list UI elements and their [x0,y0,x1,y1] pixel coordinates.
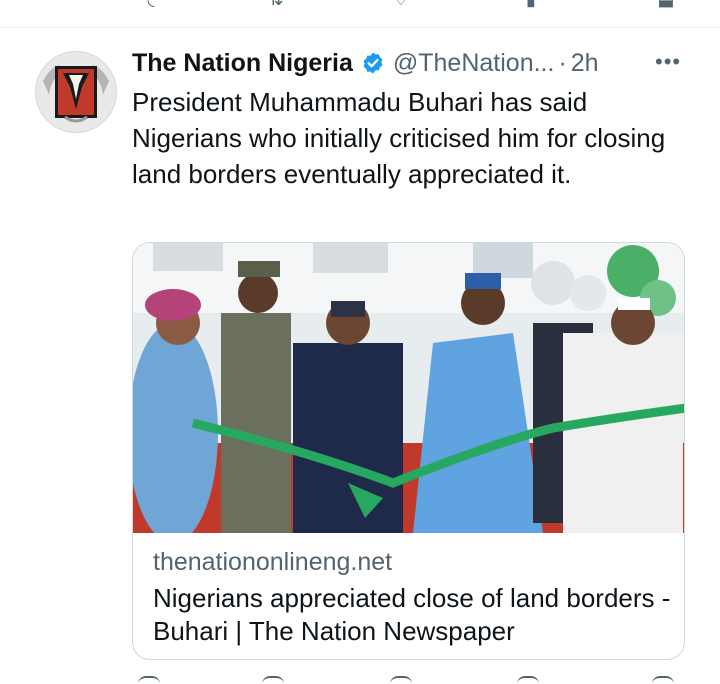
retweet-icon[interactable] [262,676,284,684]
tweet-header: The Nation Nigeria @TheNation... · 2h [132,47,599,79]
nation-logo-icon [36,52,116,132]
link-preview-card[interactable]: thenationonlineng.net Nigerians apprecia… [132,242,685,660]
more-options-icon[interactable]: ••• [655,51,685,73]
like-icon[interactable] [390,676,412,684]
card-domain[interactable]: thenationonlineng.net [153,548,392,577]
previous-tweet-action-bar: ◟ ⇅ ♡ ▮ ⬓ [0,0,720,28]
share-icon[interactable] [652,676,674,684]
separator-dot: · [558,48,567,77]
views-icon[interactable]: ▮ [520,0,542,8]
reply-icon[interactable]: ◟ [140,0,162,8]
user-handle[interactable]: @TheNation... [393,49,555,78]
avatar[interactable] [35,51,117,133]
tweet-action-bar [132,676,692,682]
timestamp[interactable]: 2h [571,49,599,78]
tweet-text: President Muhammadu Buhari has said Nige… [132,87,673,189]
tweet-divider [0,27,720,28]
ribbon-cutting-photo[interactable] [133,243,685,533]
reply-icon[interactable] [138,676,160,684]
retweet-icon[interactable]: ⇅ [265,0,287,8]
views-icon[interactable] [517,676,539,684]
like-icon[interactable]: ♡ [390,0,412,8]
verified-badge-icon[interactable] [361,51,385,75]
card-title[interactable]: Nigerians appreciated close of land bord… [153,582,673,648]
share-icon[interactable]: ⬓ [655,0,677,8]
display-name[interactable]: The Nation Nigeria [132,49,353,78]
